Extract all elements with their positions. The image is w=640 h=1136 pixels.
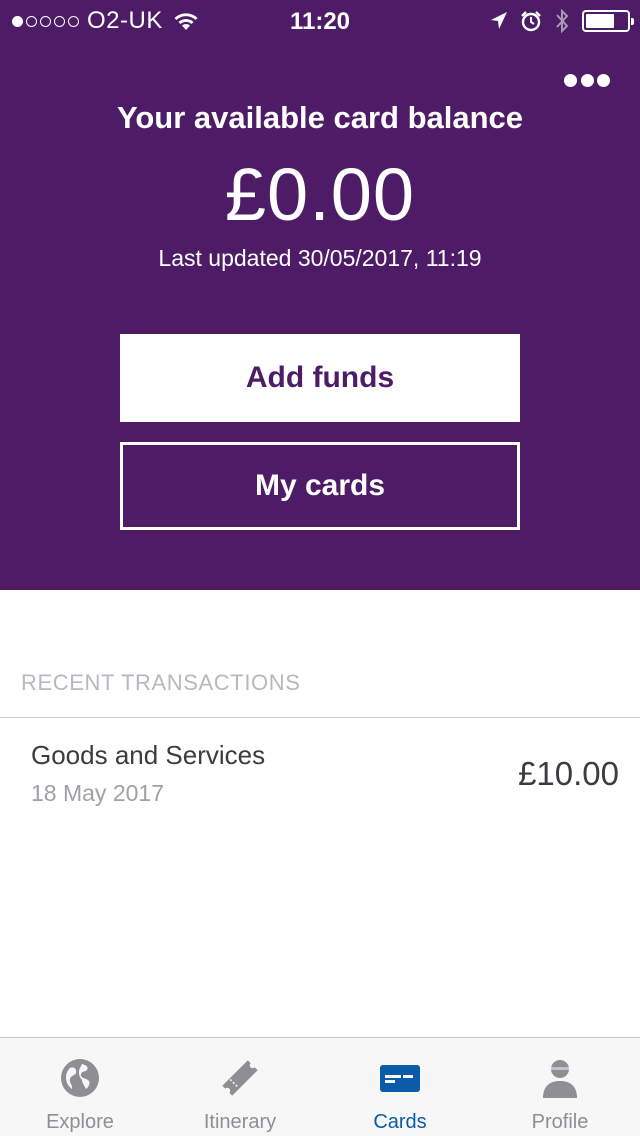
tab-itinerary[interactable]: Itinerary [160,1038,320,1136]
transaction-row[interactable]: Goods and Services 18 May 2017 £10.00 [0,718,640,818]
more-options-icon[interactable] [564,74,610,90]
tab-label: Cards [373,1111,427,1133]
balance-header: O2-UK 11:20 Your available card balance … [0,0,640,590]
tab-explore[interactable]: Explore [0,1038,160,1136]
tab-label: Explore [46,1111,114,1133]
globe-icon [61,1059,99,1097]
location-arrow-icon [491,12,507,29]
tab-label: Itinerary [203,1111,277,1133]
transaction-amount: £10.00 [518,755,619,792]
transaction-date: 18 May 2017 [31,780,164,806]
my-cards-button[interactable]: My cards [120,442,520,530]
battery-icon [582,10,634,32]
bluetooth-icon [556,9,569,33]
balance-title: Your available card balance [116,100,524,135]
status-bar: O2-UK 11:20 [0,0,640,40]
transaction-name: Goods and Services [31,740,266,770]
balance-amount: £0.00 [224,153,416,236]
tab-bar: Explore Itinerary Cards Profile [0,1037,640,1136]
ticket-icon [222,1060,258,1096]
recent-transactions-header: RECENT TRANSACTIONS [21,670,301,695]
tab-profile[interactable]: Profile [480,1038,640,1136]
alarm-clock-icon [521,11,541,32]
add-funds-button[interactable]: Add funds [120,334,520,422]
person-icon [543,1060,577,1098]
card-icon [380,1065,420,1092]
tab-label: Profile [531,1111,589,1133]
tab-cards[interactable]: Cards [320,1038,480,1136]
card-balance-screen: O2-UK 11:20 Your available card balance … [0,0,640,1136]
last-updated-text: Last updated 30/05/2017, 11:19 [158,245,482,271]
